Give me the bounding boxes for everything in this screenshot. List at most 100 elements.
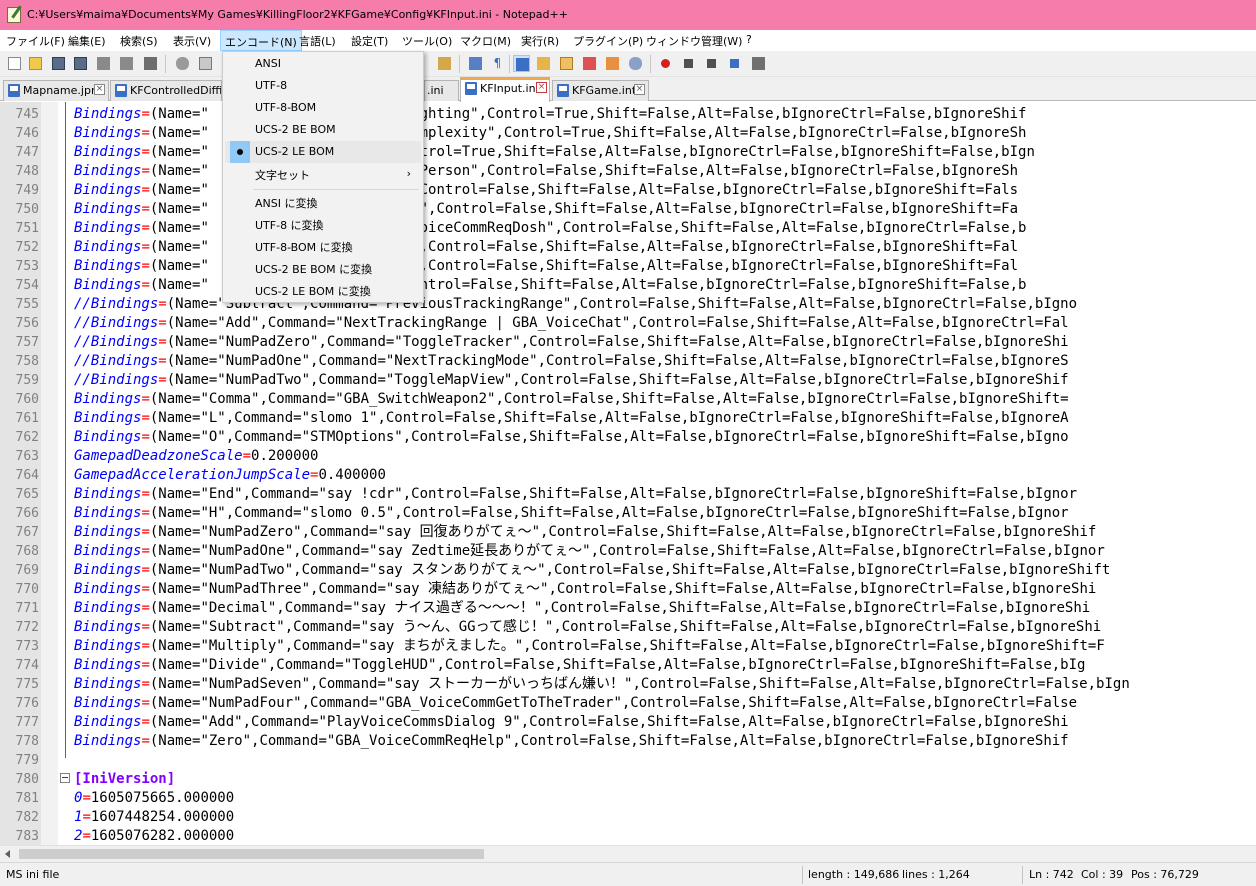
menu-search[interactable]: 検索(S) [120, 33, 158, 49]
encoding-menu-item[interactable]: ANSI に変換 [225, 191, 421, 213]
editor-line[interactable]: 782 1=1607448254.000000 [0, 808, 1256, 827]
editor-line[interactable]: 755//Bindings=(Name="Subtract",Command="… [0, 295, 1256, 314]
copy-icon[interactable] [197, 55, 214, 72]
editor-line[interactable]: 760 Bindings=(Name="Comma",Command="GBA_S… [0, 390, 1256, 409]
eye-icon[interactable] [627, 55, 644, 72]
indent-guide-icon[interactable] [513, 55, 530, 72]
menu-window[interactable]: ウィンドウ管理(W) [646, 33, 742, 49]
horizontal-scrollbar[interactable] [0, 845, 1256, 862]
encoding-menu-item[interactable]: UTF-8-BOM に変換 [225, 235, 421, 257]
sync-scroll-icon[interactable] [467, 55, 484, 72]
editor-line[interactable]: 769 Bindings=(Name="NumPadTwo",Command="s… [0, 561, 1256, 580]
menu-settings[interactable]: 設定(T) [351, 33, 388, 49]
editor-line[interactable]: 777 Bindings=(Name="Add",Command="PlayVoi… [0, 713, 1256, 732]
close-tab-icon[interactable]: × [634, 84, 645, 95]
editor-line[interactable]: 762 Bindings=(Name="O",Command="STMOption… [0, 428, 1256, 447]
line-number: 777 [15, 715, 39, 730]
editor-line[interactable]: 780 [IniVersion] [0, 770, 1256, 789]
tab-kfgame[interactable]: KFGame.int × [552, 80, 649, 101]
editor-line[interactable]: 756 //Bindings=(Name="Add",Command="NextT… [0, 314, 1256, 333]
function-list-icon[interactable] [558, 55, 575, 72]
tab-kfinput[interactable]: KFInput.ini × [460, 77, 550, 102]
zoom-out-icon[interactable] [436, 55, 453, 72]
menu-macro[interactable]: マクロ(M) [460, 33, 511, 49]
editor-line[interactable]: 750 Bindings=(Name=" mera FreeCam",Contro… [0, 200, 1256, 219]
editor-line[interactable]: 748 Bindings=(Name=" Camera ThirdPerson",… [0, 162, 1256, 181]
editor-line[interactable]: 770 Bindings=(Name="NumPadThree",Command=… [0, 580, 1256, 599]
cut-icon[interactable] [174, 55, 191, 72]
menu-tools[interactable]: ツール(O) [402, 33, 452, 49]
editor-line[interactable]: 776 Bindings=(Name="NumPadFour",Command="… [0, 694, 1256, 713]
tab-mapname[interactable]: Mapname.jpn × [3, 80, 109, 101]
monitor-icon[interactable] [604, 55, 621, 72]
editor-line[interactable]: 775 Bindings=(Name="NumPadSeven",Command=… [0, 675, 1256, 694]
editor-line[interactable]: 757 //Bindings=(Name="NumPadZero",Command… [0, 333, 1256, 352]
menu-view[interactable]: 表示(V) [173, 33, 211, 49]
encoding-menu-item[interactable]: 文字セット › [225, 163, 421, 185]
close-icon[interactable] [95, 55, 112, 72]
menu-help[interactable]: ? [746, 33, 752, 46]
menu-file[interactable]: ファイル(F) [6, 33, 65, 49]
close-tab-icon[interactable]: × [94, 84, 105, 95]
encoding-menu-item[interactable]: UCS-2 BE BOM に変換 [225, 257, 421, 279]
editor-line[interactable]: 764 GamepadAccelerationJumpScale=0.400000 [0, 466, 1256, 485]
run-macro-multiple-icon[interactable] [726, 55, 743, 72]
editor-line[interactable]: 753 Bindings=(Name=" nd="Slomo 1",Control… [0, 257, 1256, 276]
editor-line[interactable]: 779 [0, 751, 1256, 770]
print-icon[interactable] [142, 55, 159, 72]
editor-line[interactable]: 781 0=1605075665.000000 [0, 789, 1256, 808]
encoding-menu-item[interactable]: ANSI [225, 53, 421, 75]
editor-line[interactable]: 767 Bindings=(Name="NumPadZero",Command="… [0, 523, 1256, 542]
save-all-icon[interactable] [72, 55, 89, 72]
editor-line[interactable]: 783 2=1605076282.000000 [0, 827, 1256, 845]
play-macro-icon[interactable] [703, 55, 720, 72]
encoding-menu-item[interactable]: UCS-2 LE BOM [225, 141, 421, 163]
new-file-icon[interactable] [6, 55, 23, 72]
menu-encoding[interactable]: エンコード(N) [220, 30, 302, 51]
code-editor[interactable]: 745 Bindings=(Name=" de detaillighting",C… [0, 102, 1256, 845]
editor-line[interactable]: 771 Bindings=(Name="Decimal",Command="say… [0, 599, 1256, 618]
editor-line[interactable]: 773 Bindings=(Name="Multiply",Command="sa… [0, 637, 1256, 656]
doc-map-icon[interactable] [535, 55, 552, 72]
editor-line[interactable]: 768 Bindings=(Name="NumPadOne",Command="s… [0, 542, 1256, 561]
editor-line[interactable]: 765 Bindings=(Name="End",Command="say !cd… [0, 485, 1256, 504]
editor-line[interactable]: 761 Bindings=(Name="L",Command="slomo 1",… [0, 409, 1256, 428]
scroll-left-icon[interactable] [5, 850, 10, 858]
menu-run[interactable]: 実行(R) [521, 33, 559, 49]
editor-line[interactable]: 746 Bindings=(Name=" de shadercomplexity"… [0, 124, 1256, 143]
close-all-icon[interactable] [118, 55, 135, 72]
save-macro-icon[interactable] [750, 55, 767, 72]
encoding-menu-item[interactable]: UCS-2 BE BOM [225, 119, 421, 141]
editor-line[interactable]: 751 Bindings=(Name=" only | GBA_VoiceComm… [0, 219, 1256, 238]
menu-plugins[interactable]: プラグイン(P) [573, 33, 643, 49]
tab-ini[interactable]: .ini [424, 80, 459, 101]
editor-line[interactable]: 766 Bindings=(Name="H",Command="slomo 0.5… [0, 504, 1256, 523]
editor-line[interactable]: 763 GamepadDeadzoneScale=0.200000 [0, 447, 1256, 466]
tab-kfcontrolleddifficulty[interactable]: KFControlledDiffic [110, 80, 222, 101]
folder-workspace-icon[interactable] [581, 55, 598, 72]
menu-language[interactable]: 言語(L) [299, 33, 336, 49]
open-file-icon[interactable] [27, 55, 44, 72]
record-macro-icon[interactable] [657, 55, 674, 72]
config-key: Bindings [74, 600, 142, 616]
stop-record-icon[interactable] [680, 55, 697, 72]
encoding-menu-item[interactable]: UTF-8 [225, 75, 421, 97]
editor-line[interactable]: 754 Bindings=(Name=" "Slomo 4",Control=Fa… [0, 276, 1256, 295]
close-tab-icon[interactable]: × [536, 82, 547, 93]
editor-line[interactable]: 745 Bindings=(Name=" de detaillighting",C… [0, 105, 1256, 124]
save-icon[interactable] [50, 55, 67, 72]
encoding-menu-item[interactable]: UCS-2 LE BOM に変換 [225, 279, 421, 301]
scrollbar-thumb[interactable] [19, 849, 484, 859]
editor-line[interactable]: 759 //Bindings=(Name="NumPadTwo",Command=… [0, 371, 1256, 390]
editor-line[interactable]: 778 Bindings=(Name="Zero",Command="GBA_Vo… [0, 732, 1256, 751]
editor-line[interactable]: 772 Bindings=(Name="Subtract",Command="sa… [0, 618, 1256, 637]
editor-line[interactable]: 749 Bindings=(Name=" mera Fixed",Control=… [0, 181, 1256, 200]
editor-line[interactable]: 758 //Bindings=(Name="NumPadOne",Command=… [0, 352, 1256, 371]
editor-line[interactable]: 747 Bindings=(Name=" de lit",Control=True… [0, 143, 1256, 162]
menu-edit[interactable]: 編集(E) [68, 33, 106, 49]
editor-line[interactable]: 774 Bindings=(Name="Divide",Command="Togg… [0, 656, 1256, 675]
encoding-menu-item[interactable]: UTF-8 に変換 [225, 213, 421, 235]
encoding-menu-item[interactable]: UTF-8-BOM [225, 97, 421, 119]
editor-line[interactable]: 752 Bindings=(Name=" d="Slomo .2",Control… [0, 238, 1256, 257]
word-wrap-icon[interactable]: ¶ [489, 55, 506, 72]
